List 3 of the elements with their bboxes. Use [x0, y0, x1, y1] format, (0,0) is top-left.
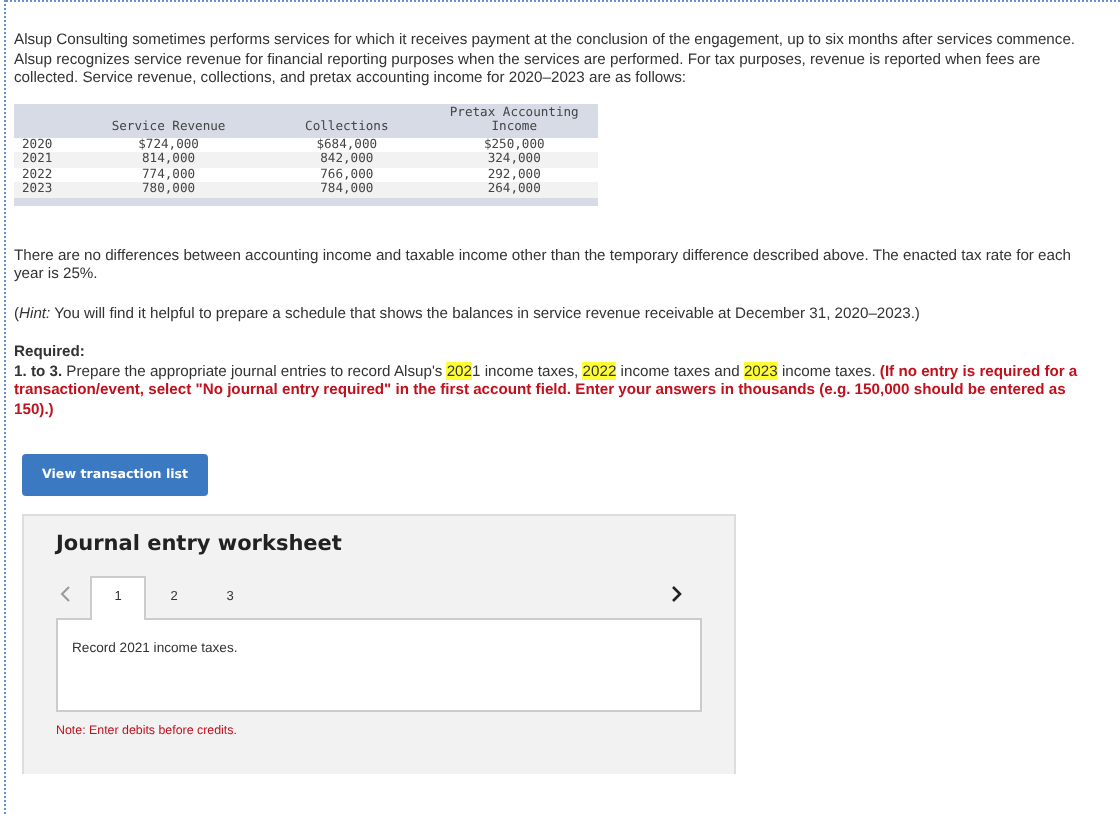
- chevron-right-icon[interactable]: [672, 586, 682, 602]
- worksheet-title: Journal entry worksheet: [56, 536, 344, 555]
- chevron-left-icon[interactable]: [60, 586, 70, 602]
